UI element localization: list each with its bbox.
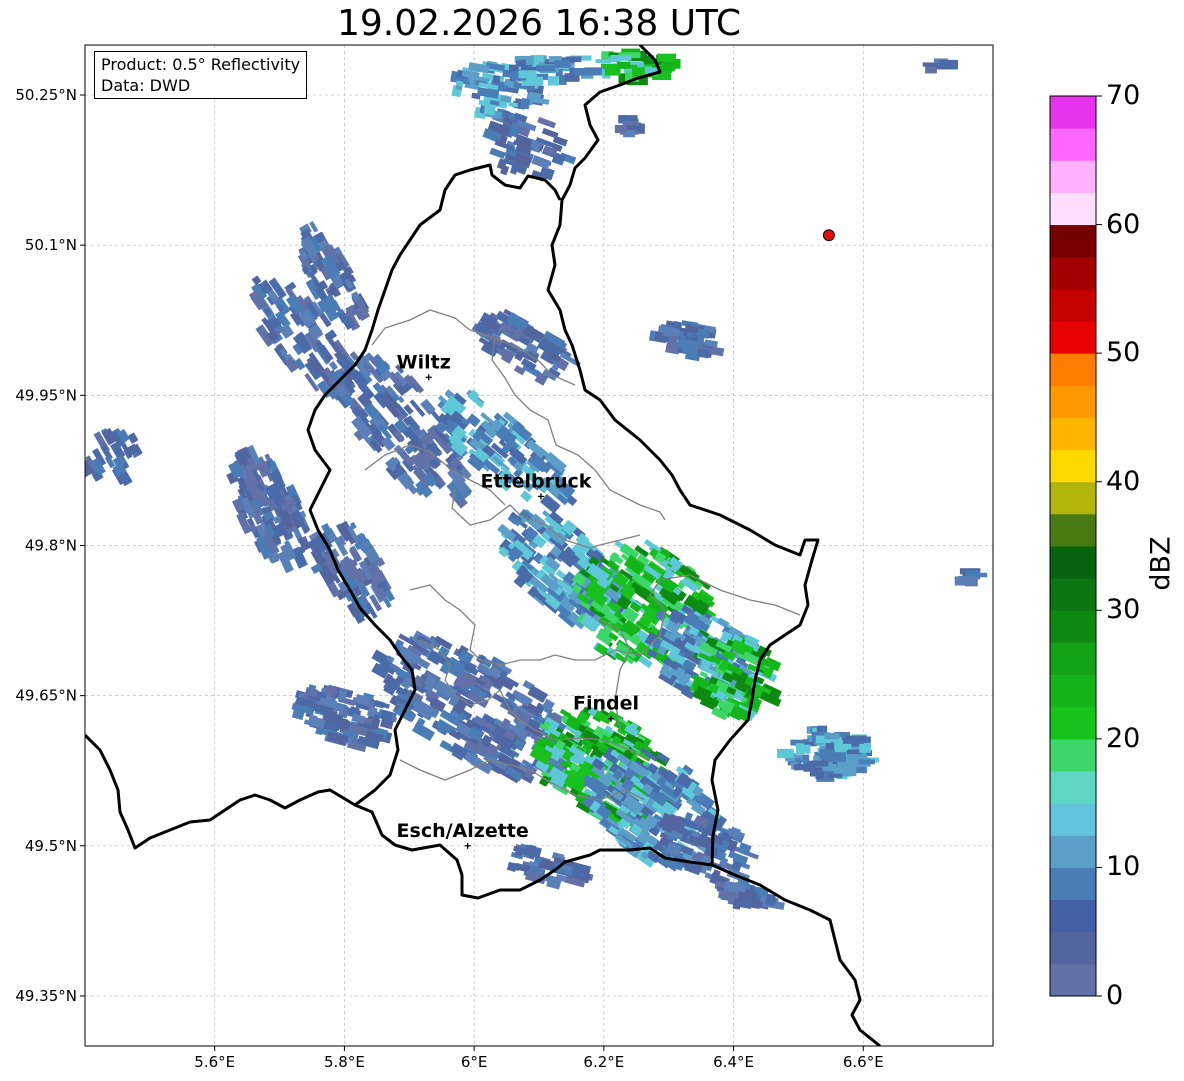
colorbar-segment bbox=[1050, 706, 1096, 740]
echo-pixel bbox=[811, 760, 829, 767]
colorbar-segment bbox=[1050, 160, 1096, 193]
colorbar-tick-label: 10 bbox=[1106, 851, 1141, 883]
colorbar-segment bbox=[1050, 578, 1096, 611]
echo-pixel bbox=[858, 759, 875, 765]
echo-pixel bbox=[828, 752, 847, 762]
data-source-label: Data: DWD bbox=[101, 76, 191, 95]
echo-pixel bbox=[525, 58, 534, 66]
colorbar-segment bbox=[1050, 963, 1096, 997]
lon-tick-label: 6.4°E bbox=[713, 1053, 754, 1071]
colorbar-segment bbox=[1050, 96, 1096, 129]
colorbar-tick-label: 70 bbox=[1106, 80, 1141, 111]
echo-pixel bbox=[668, 335, 679, 347]
echo-pixel bbox=[657, 53, 676, 62]
echo-pixel bbox=[614, 124, 627, 133]
echo-pixel bbox=[795, 743, 805, 755]
echo-pixel bbox=[802, 754, 810, 764]
colorbar-segment bbox=[1050, 353, 1096, 386]
echo-pixel bbox=[518, 70, 537, 79]
colorbar-segment bbox=[1050, 224, 1096, 258]
city-label: Findel bbox=[573, 693, 639, 715]
city-label: Wiltz bbox=[397, 351, 451, 373]
colorbar-title: dBZ bbox=[1145, 536, 1177, 591]
colorbar-segment bbox=[1050, 513, 1096, 547]
echo-pixel bbox=[520, 97, 531, 110]
colorbar-tick-label: 20 bbox=[1106, 722, 1141, 754]
colorbar-segment bbox=[1050, 931, 1096, 965]
colorbar-segment bbox=[1050, 449, 1096, 483]
echo-pixel bbox=[574, 67, 586, 76]
colorbar-segment bbox=[1050, 481, 1096, 515]
colorbar-segment bbox=[1050, 546, 1096, 579]
lon-tick-label: 5.6°E bbox=[194, 1053, 235, 1071]
echo-pixel bbox=[610, 54, 632, 61]
colorbar-segment bbox=[1050, 642, 1096, 676]
echo-pixel bbox=[765, 893, 776, 906]
lat-tick-label: 49.65°N bbox=[15, 687, 77, 705]
echo-pixel bbox=[616, 61, 631, 69]
lon-tick-label: 6.6°E bbox=[843, 1053, 884, 1071]
colorbar-tick-label: 50 bbox=[1106, 337, 1141, 369]
lat-tick-label: 50.25°N bbox=[15, 86, 77, 104]
lat-tick-label: 49.8°N bbox=[25, 537, 77, 555]
echo-pixel bbox=[535, 65, 555, 72]
city-label: Ettelbruck bbox=[480, 470, 591, 492]
colorbar-segment bbox=[1050, 771, 1096, 804]
echo-pixel bbox=[492, 75, 501, 84]
echo-pixel bbox=[654, 331, 664, 342]
lon-tick-label: 5.8°E bbox=[324, 1053, 365, 1071]
product-info-box: Product: 0.5° Reflectivity Data: DWD bbox=[94, 51, 308, 99]
echo-pixel bbox=[816, 726, 824, 732]
echo-pixel bbox=[619, 115, 638, 121]
echo-pixel bbox=[954, 576, 977, 586]
echo-pixel bbox=[803, 744, 811, 754]
echo-pixel bbox=[843, 737, 865, 744]
colorbar-tick-label: 40 bbox=[1106, 465, 1141, 497]
colorbar-segment bbox=[1050, 192, 1096, 226]
radar-site-marker bbox=[822, 229, 835, 242]
echo-pixel bbox=[554, 60, 571, 68]
colorbar bbox=[1049, 95, 1102, 997]
lat-tick-label: 49.95°N bbox=[15, 386, 77, 404]
product-label: Product: 0.5° Reflectivity bbox=[101, 55, 301, 74]
radar-map: Wiltz Ettelbruck Findel Esch/Alzette 5.6°E 5… bbox=[15, 44, 1102, 1071]
colorbar-tick-label: 60 bbox=[1106, 208, 1141, 240]
lat-tick-label: 50.1°N bbox=[25, 236, 77, 254]
colorbar-segment bbox=[1050, 738, 1096, 772]
colorbar-tick-label: 0 bbox=[1106, 980, 1124, 1011]
colorbar-segment bbox=[1050, 128, 1096, 161]
echo-pixel bbox=[837, 760, 854, 771]
colorbar-segment bbox=[1050, 674, 1096, 708]
echo-pixel bbox=[793, 764, 808, 771]
colorbar-segment bbox=[1050, 321, 1096, 354]
colorbar-segment bbox=[1050, 256, 1096, 290]
echo-pixel bbox=[595, 58, 612, 64]
colorbar-tick-label: 30 bbox=[1106, 594, 1141, 626]
echo-pixel bbox=[776, 748, 794, 759]
echo-pixel bbox=[815, 771, 825, 780]
colorbar-segment bbox=[1050, 288, 1096, 322]
echo-pixel bbox=[547, 76, 559, 86]
lon-tick-label: 6°E bbox=[461, 1053, 488, 1071]
echo-pixel bbox=[922, 62, 938, 67]
city-label: Esch/Alzette bbox=[397, 820, 529, 842]
lat-tick-label: 49.35°N bbox=[15, 987, 77, 1005]
lat-tick-label: 49.5°N bbox=[25, 837, 77, 855]
echo-pixel bbox=[824, 732, 840, 740]
echo-pixel bbox=[827, 773, 843, 778]
echo-pixel bbox=[601, 51, 609, 59]
colorbar-segment bbox=[1050, 835, 1096, 868]
colorbar-segment bbox=[1050, 417, 1096, 451]
echo-pixel bbox=[859, 742, 871, 753]
colorbar-segment bbox=[1050, 867, 1096, 901]
colorbar-segment bbox=[1050, 899, 1096, 933]
colorbar-segment bbox=[1050, 610, 1096, 643]
colorbar-segment bbox=[1050, 385, 1096, 418]
echo-pixel bbox=[938, 59, 958, 70]
colorbar-segment bbox=[1050, 803, 1096, 836]
lon-tick-label: 6.2°E bbox=[583, 1053, 624, 1071]
echo-pixel bbox=[846, 754, 868, 760]
